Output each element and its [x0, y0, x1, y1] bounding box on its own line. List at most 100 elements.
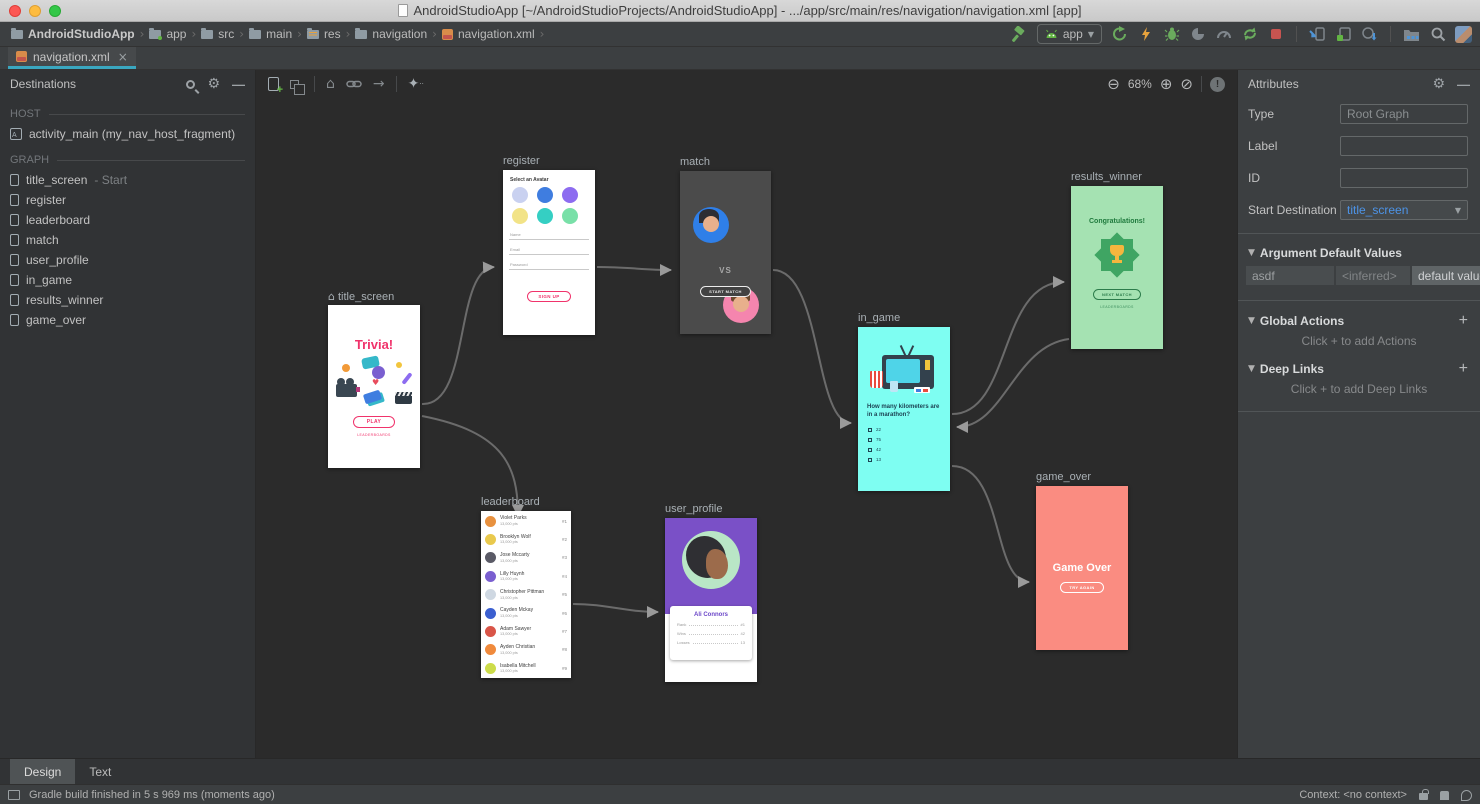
breadcrumb-navigation.xml[interactable]: navigation.xml: [439, 27, 538, 41]
issues-badge-icon[interactable]: !: [1210, 77, 1225, 92]
attach-profiler-icon[interactable]: [1189, 26, 1206, 43]
argument-name-cell[interactable]: asdf: [1246, 266, 1334, 285]
apply-changes-icon[interactable]: [1137, 26, 1154, 43]
lock-icon[interactable]: [1419, 793, 1428, 800]
action-arrow-icon[interactable]: →: [373, 77, 385, 91]
close-window-button[interactable]: [9, 5, 21, 17]
notification-icon[interactable]: [1461, 790, 1472, 801]
screen-user-profile[interactable]: user_profile Ali Connors Rank#1Wins42Los…: [665, 518, 757, 682]
hide-panel-icon[interactable]: —: [232, 78, 245, 91]
screen-game-over[interactable]: game_over Game Over TRY AGAIN: [1036, 486, 1128, 650]
start-destination-home-icon: ⌂: [328, 290, 335, 303]
tab-design[interactable]: Design: [10, 759, 75, 784]
sidebar-item-match[interactable]: match: [0, 230, 255, 250]
destination-label: match: [26, 233, 59, 247]
argument-value-cell[interactable]: default value: [1412, 266, 1480, 285]
breadcrumb-src[interactable]: src: [198, 27, 237, 41]
sync-project-icon[interactable]: [1241, 26, 1258, 43]
screen-results-winner[interactable]: results_winner Congratulations! NEXT MAT…: [1071, 186, 1163, 349]
run-icon[interactable]: [1111, 26, 1128, 43]
profiler-gauge-icon[interactable]: [1215, 26, 1232, 43]
breadcrumb-res[interactable]: res: [304, 27, 344, 41]
collapse-triangle-icon[interactable]: ▼: [1248, 248, 1255, 258]
build-hammer-icon[interactable]: [1011, 26, 1028, 43]
label-field[interactable]: [1340, 136, 1468, 156]
profile-name: Ali Connors: [670, 612, 752, 618]
breadcrumb-chevron-icon: ›: [346, 27, 351, 41]
destination-label: register: [26, 193, 66, 207]
breadcrumb-AndroidStudioApp[interactable]: AndroidStudioApp: [8, 27, 138, 41]
add-deep-link-button[interactable]: +: [1459, 361, 1468, 377]
attributes-panel: Attributes ⚙ — Type Root Graph Label ID …: [1237, 70, 1480, 758]
avatar: [485, 589, 496, 600]
tab-navigation-xml[interactable]: navigation.xml ×: [8, 47, 136, 69]
argument-type-cell[interactable]: <inferred>: [1336, 266, 1410, 285]
screen-title-screen[interactable]: ⌂ title_screen Trivia! ♥ PLAY LEADERBOAR…: [328, 305, 420, 468]
destinations-title: Destinations: [10, 77, 186, 91]
screen-register[interactable]: register Select an Avatar NameEmailPassw…: [503, 170, 595, 335]
host-item-label: activity_main (my_nav_host_fragment): [29, 127, 235, 141]
tab-text[interactable]: Text: [75, 759, 125, 784]
breadcrumb-main[interactable]: main: [246, 27, 295, 41]
assign-start-home-icon[interactable]: ⌂: [326, 77, 335, 91]
sidebar-item-leaderboard[interactable]: leaderboard: [0, 210, 255, 230]
xml-file-icon: [16, 51, 27, 62]
screen-match[interactable]: match VS START MATCH: [680, 171, 771, 334]
breadcrumb-navigation[interactable]: navigation: [352, 27, 430, 41]
close-tab-icon[interactable]: ×: [118, 50, 128, 64]
gear-icon[interactable]: ⚙: [1432, 77, 1445, 91]
sidebar-item-user_profile[interactable]: user_profile: [0, 250, 255, 270]
zoom-out-icon[interactable]: ⊖: [1107, 77, 1120, 92]
argument-defaults-section[interactable]: ▼ Argument Default Values: [1238, 241, 1480, 263]
toggle-panels-icon[interactable]: [8, 790, 20, 800]
actions-hint: Click + to add Actions: [1238, 332, 1480, 356]
sidebar-item-register[interactable]: register: [0, 190, 255, 210]
deep-link-icon[interactable]: [346, 79, 362, 89]
player-name: Cayden Mckay: [500, 607, 533, 614]
hide-panel-icon[interactable]: —: [1457, 78, 1470, 91]
host-item-activity-main[interactable]: A activity_main (my_nav_host_fragment): [0, 124, 255, 144]
screen-label: title_screen: [338, 291, 394, 303]
breadcrumb-app[interactable]: app: [146, 27, 189, 41]
run-configuration-selector[interactable]: app ▼: [1037, 24, 1102, 44]
zoom-window-button[interactable]: [49, 5, 61, 17]
search-icon[interactable]: [186, 80, 195, 89]
global-actions-section[interactable]: ▼ Global Actions +: [1238, 308, 1480, 332]
add-action-button[interactable]: +: [1459, 313, 1468, 329]
auto-arrange-icon[interactable]: ✦··: [408, 77, 424, 91]
new-destination-icon[interactable]: [268, 77, 279, 91]
navigation-canvas[interactable]: ⌂ → ✦·· ⊖ 68% ⊕ ⊘ !: [256, 70, 1237, 758]
screen-in-game[interactable]: in_game How many kilometers are in a mar…: [858, 327, 950, 491]
type-field[interactable]: Root Graph: [1340, 104, 1468, 124]
device-manager-icon[interactable]: [1309, 26, 1326, 43]
quiz-option: 22: [868, 427, 881, 432]
sdk-manager-icon[interactable]: [1361, 26, 1378, 43]
id-field[interactable]: [1340, 168, 1468, 188]
type-row: Type Root Graph: [1238, 98, 1480, 130]
gear-icon[interactable]: ⚙: [207, 77, 220, 91]
start-destination-select[interactable]: title_screen ▼: [1340, 200, 1468, 220]
minimize-window-button[interactable]: [29, 5, 41, 17]
search-everywhere-icon[interactable]: [1429, 26, 1446, 43]
hector-icon[interactable]: [1440, 791, 1449, 800]
sidebar-item-results_winner[interactable]: results_winner: [0, 290, 255, 310]
nested-graph-icon[interactable]: [290, 80, 299, 89]
collapse-triangle-icon[interactable]: ▼: [1248, 316, 1255, 326]
deep-links-section[interactable]: ▼ Deep Links +: [1238, 356, 1480, 380]
sidebar-item-in_game[interactable]: in_game: [0, 270, 255, 290]
quiz-options: 22754213: [868, 427, 881, 467]
stop-icon[interactable]: [1267, 26, 1284, 43]
debug-icon[interactable]: [1163, 26, 1180, 43]
zoom-to-fit-icon[interactable]: ⊘: [1180, 77, 1193, 92]
argument-row[interactable]: asdf <inferred> default value: [1246, 266, 1480, 285]
layout-inspector-icon[interactable]: [1335, 26, 1352, 43]
user-avatar[interactable]: [1455, 26, 1472, 43]
sidebar-item-game_over[interactable]: game_over: [0, 310, 255, 330]
screen-leaderboard[interactable]: leaderboard Violet Parks13,000 pts#1Broo…: [481, 511, 571, 678]
avatar: [485, 663, 496, 674]
stat-row: Wins42: [677, 631, 745, 636]
collapse-triangle-icon[interactable]: ▼: [1248, 364, 1255, 374]
project-structure-icon[interactable]: [1403, 26, 1420, 43]
zoom-in-icon[interactable]: ⊕: [1160, 77, 1173, 92]
sidebar-item-title_screen[interactable]: title_screen- Start: [0, 170, 255, 190]
